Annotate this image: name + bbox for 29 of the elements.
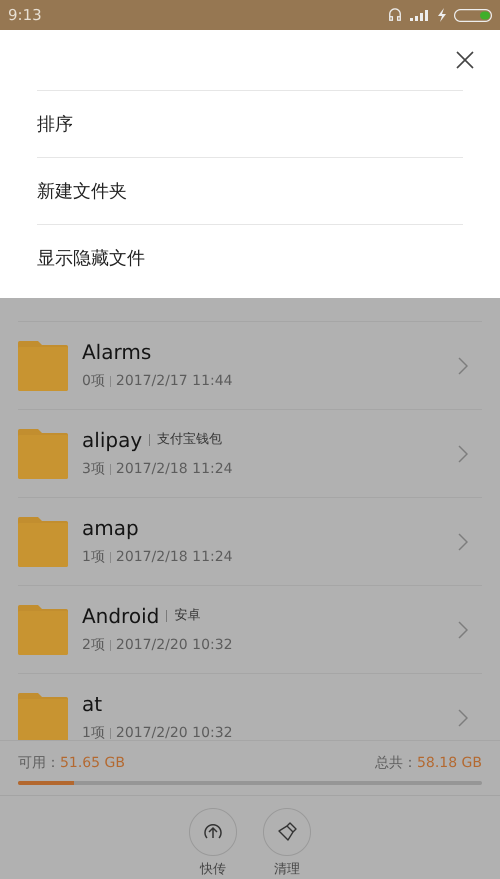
- modified-date: 2017/2/18 11:24: [116, 548, 233, 567]
- item-count: 1项: [82, 548, 105, 567]
- item-count: 3项: [82, 460, 105, 479]
- folder-name: Android: [82, 603, 160, 630]
- folder-alias: 安卓: [174, 607, 200, 626]
- menu-item[interactable]: 新建文件夹: [37, 178, 127, 204]
- folder-name: alipay: [82, 427, 142, 454]
- folder-row[interactable]: Android 安卓 2项 2017/2/20 10:32: [18, 586, 482, 674]
- folder-name: at: [82, 691, 102, 718]
- folder-row[interactable]: amap 1项 2017/2/18 11:24: [18, 498, 482, 586]
- folder-row[interactable]: alipay 支付宝钱包 3项 2017/2/18 11:24: [18, 410, 482, 498]
- status-time: 9:13: [8, 4, 42, 26]
- item-count: 0项: [82, 372, 105, 391]
- action-label: 快传: [200, 860, 226, 878]
- folder-alias: 支付宝钱包: [157, 431, 222, 450]
- action-label: 清理: [274, 860, 300, 878]
- folder-row[interactable]: Alarms 0项 2017/2/17 11:44: [18, 322, 482, 410]
- menu-item[interactable]: 排序: [37, 110, 73, 138]
- modified-date: 2017/2/20 10:32: [116, 724, 233, 740]
- modified-date: 2017/2/18 11:24: [116, 460, 233, 479]
- folder-name: Alarms: [82, 339, 152, 366]
- item-count: 1项: [82, 724, 105, 740]
- total-space: 总共：58.18 GB: [375, 754, 482, 773]
- modified-date: 2017/2/20 10:32: [116, 636, 233, 655]
- menu-item[interactable]: 显示隐藏文件: [37, 244, 145, 272]
- folder-name: amap: [82, 515, 139, 542]
- item-count: 2项: [82, 636, 105, 655]
- available-space: 可用：51.65 GB: [18, 754, 125, 773]
- modified-date: 2017/2/17 11:44: [116, 372, 233, 391]
